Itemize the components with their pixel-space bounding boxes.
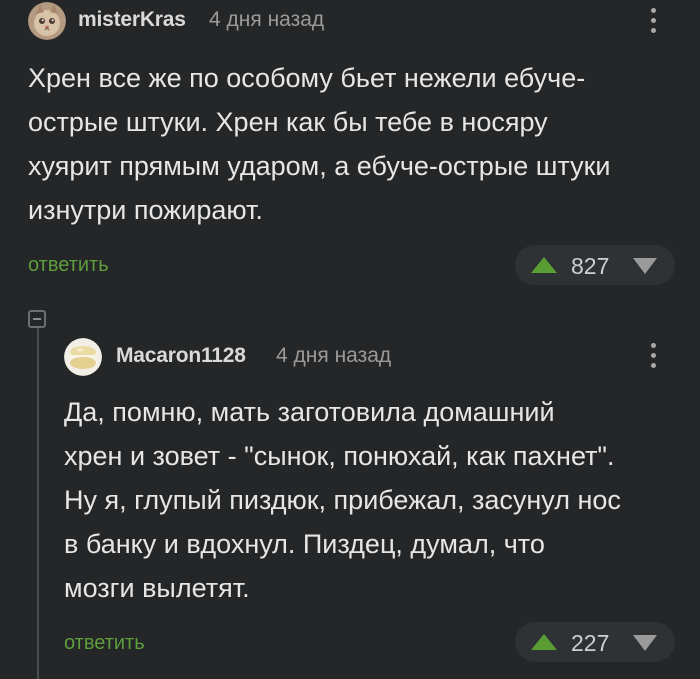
comment-text-line: Да, помню, мать заготовила домашний	[64, 397, 555, 427]
comment-text-line: мозги вылетят.	[64, 573, 250, 603]
comment-text-line: Ну я, глупый пиздюк, прибежал, засунул н…	[64, 485, 621, 515]
comment-text-line: хрен и зовет - "сынок, понюхай, как пахн…	[64, 441, 615, 471]
rating-control: 827	[515, 245, 675, 285]
comment-text-line: Хрен все же по особому бьет нежели ебуче…	[28, 63, 586, 93]
reply-button[interactable]: ответить	[64, 632, 145, 655]
more-options-icon[interactable]	[643, 340, 663, 372]
comment-author[interactable]: misterKras	[78, 8, 186, 32]
rating-count: 227	[571, 630, 610, 656]
comment-text-line: в банку и вдохнул. Пиздец, думал, что	[64, 529, 545, 559]
comment-text: Хрен все же по особому бьет нежели ебуче…	[28, 56, 610, 232]
comment-date: 4 дня назад	[209, 8, 325, 31]
reply-button[interactable]: ответить	[28, 254, 109, 277]
comment-author[interactable]: Macaron1128	[116, 344, 246, 368]
comment-text: Да, помню, мать заготовила домашний хрен…	[64, 390, 621, 610]
comment-text-line: изнутри пожирают.	[28, 195, 263, 225]
downvote-icon[interactable]	[633, 635, 657, 651]
downvote-icon[interactable]	[633, 258, 657, 274]
upvote-icon[interactable]	[531, 257, 557, 273]
more-options-icon[interactable]	[643, 5, 663, 37]
rating-count: 827	[571, 253, 610, 279]
rating-control: 227	[515, 622, 675, 662]
comment-reply: Macaron1128 4 дня назад Да, помню, мать …	[0, 310, 700, 679]
comment-text-line: острые штуки. Хрен как бы тебе в носяру	[28, 107, 548, 137]
cat-avatar-icon[interactable]	[28, 2, 66, 40]
macaron-avatar-icon[interactable]	[64, 338, 102, 376]
upvote-icon[interactable]	[531, 634, 557, 650]
comment-text-line: хуярит прямым ударом, а ебуче-острые шту…	[28, 151, 611, 181]
comment: misterKras 4 дня назад Хрен все же по ос…	[0, 0, 700, 300]
comment-date: 4 дня назад	[276, 344, 392, 367]
